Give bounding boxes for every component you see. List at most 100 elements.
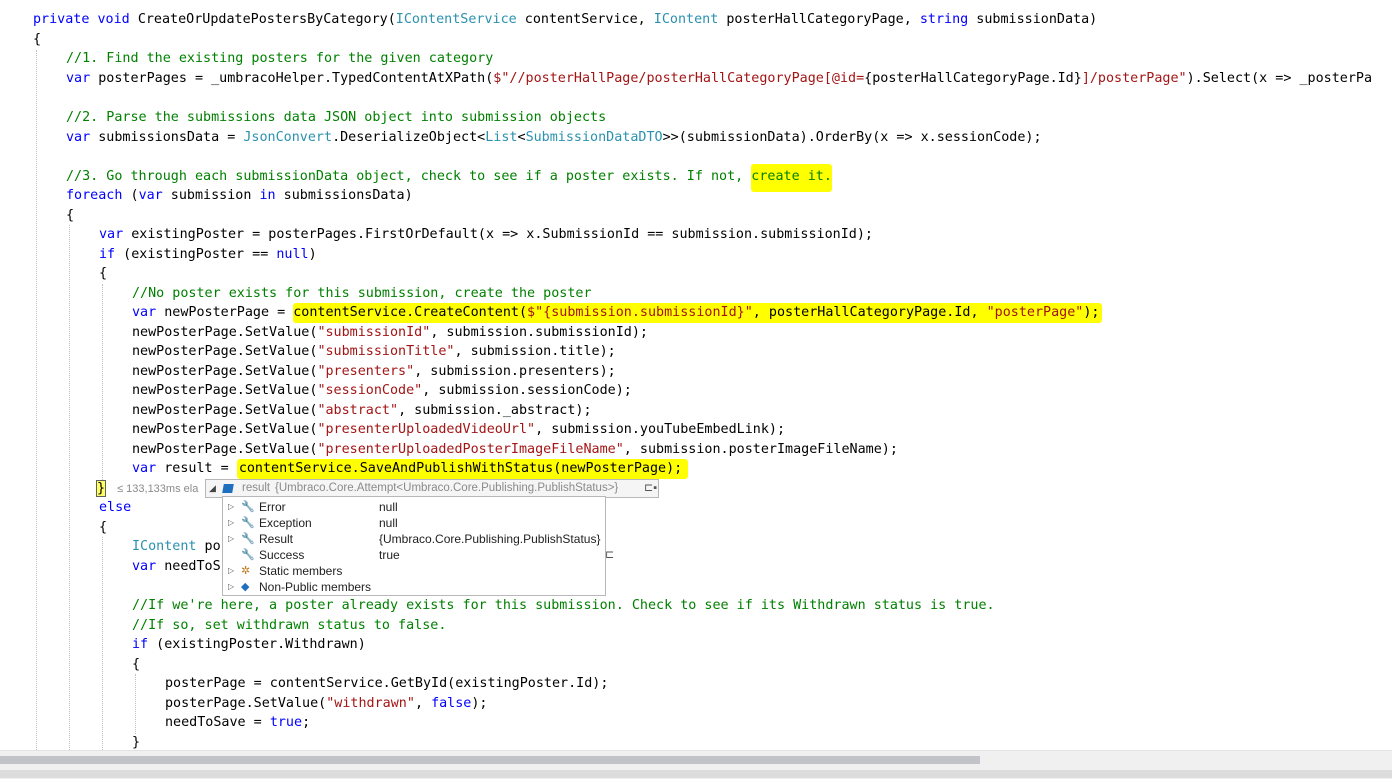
code-line-20[interactable]: newPosterPage.SetValue("sessionCode", su…: [132, 381, 632, 401]
code-line-13[interactable]: if (existingPoster == null): [99, 245, 317, 265]
code-text: , submission.youTubeEmbedLink);: [535, 422, 786, 437]
keyword: var: [132, 305, 157, 320]
datatip-value[interactable]: {Umbraco.Core.Attempt<Umbraco.Core.Publi…: [275, 482, 618, 494]
code-line-14[interactable]: {: [99, 264, 107, 284]
code-line-34[interactable]: {: [132, 655, 140, 675]
code-line-16[interactable]: var newPosterPage = contentService.Creat…: [132, 303, 1103, 323]
code-line-18[interactable]: newPosterPage.SetValue("submissionTitle"…: [132, 342, 616, 362]
member-row-error[interactable]: ▷ 🔧 Error null: [223, 499, 605, 515]
code-line-1[interactable]: private void CreateOrUpdatePostersByCate…: [33, 10, 1097, 30]
code-line-2[interactable]: {: [33, 30, 41, 50]
code-line-23[interactable]: newPosterPage.SetValue("presenterUploade…: [132, 440, 898, 460]
keyword: var: [66, 130, 91, 145]
code-text: newPosterPage.SetValue(: [132, 403, 318, 418]
code-line-28[interactable]: IContent po: [132, 537, 221, 557]
keyword: var: [132, 461, 157, 476]
type-name: SubmissionDataDTO: [525, 130, 663, 145]
code-text: , submission.posterImageFileName);: [623, 442, 898, 457]
code-line-12[interactable]: var existingPoster = posterPages.FirstOr…: [99, 225, 873, 245]
indent-guide: [135, 674, 136, 734]
code-line-27[interactable]: {: [99, 518, 107, 538]
code-text: posterPage.SetValue(: [165, 696, 327, 711]
code-line-36[interactable]: posterPage.SetValue("withdrawn", false);: [165, 694, 488, 714]
keyword: if: [99, 247, 116, 262]
keyword: null: [276, 247, 309, 262]
code-line-29[interactable]: var needToS: [132, 557, 221, 577]
code-line-15[interactable]: //No poster exists for this submission, …: [132, 284, 592, 304]
member-name: Static members: [259, 564, 343, 578]
code-line-6[interactable]: //2. Parse the submissions data JSON obj…: [66, 108, 606, 128]
code-line-24[interactable]: var result = contentService.SaveAndPubli…: [132, 459, 689, 479]
pin-icon[interactable]: ⊏▪: [644, 481, 657, 494]
object-icon: ◆: [241, 581, 250, 593]
code-text: needToS: [156, 559, 221, 574]
brace: {: [99, 520, 108, 535]
code-line-3[interactable]: //1. Find the existing posters for the g…: [66, 49, 493, 69]
code-text: ): [308, 247, 317, 262]
code-text: posterPages = _umbracoHelper.TypedConten…: [90, 71, 494, 86]
member-value[interactable]: true: [379, 547, 400, 563]
member-row-exception[interactable]: ▷ 🔧 Exception null: [223, 515, 605, 531]
string: ]/posterPage": [1081, 71, 1187, 86]
code-text: , submission._abstract);: [398, 403, 592, 418]
member-name: Error: [259, 500, 286, 514]
indent-guide: [69, 225, 70, 750]
wrench-icon: 🔧: [241, 549, 255, 561]
type-name: List: [485, 130, 518, 145]
code-text: result =: [156, 461, 237, 476]
expand-triangle-icon[interactable]: ▷: [228, 515, 234, 531]
member-row-nonpublic[interactable]: ▷ ◆ Non-Public members: [223, 579, 605, 595]
code-text: submission: [162, 188, 260, 203]
member-row-result[interactable]: ▷ 🔧 Result {Umbraco.Core.Publishing.Publ…: [223, 531, 605, 547]
code-line-21[interactable]: newPosterPage.SetValue("abstract", submi…: [132, 401, 592, 421]
member-row-static[interactable]: ▷ ✲ Static members: [223, 563, 605, 579]
expand-triangle-icon[interactable]: ▷: [228, 499, 234, 515]
expand-triangle-icon[interactable]: ▷: [228, 563, 234, 579]
member-name: Success: [259, 548, 305, 562]
code-editor[interactable]: private void CreateOrUpdatePostersByCate…: [0, 0, 1392, 750]
string: $"//posterHallPage/posterHallCategoryPag…: [493, 71, 865, 86]
code-line-26[interactable]: else: [99, 498, 131, 518]
code-line-33[interactable]: if (existingPoster.Withdrawn): [132, 635, 366, 655]
code-line-31[interactable]: //If we're here, a poster already exists…: [132, 596, 995, 616]
code-line-37[interactable]: needToSave = true;: [165, 713, 310, 733]
code-line-22[interactable]: newPosterPage.SetValue("presenterUploade…: [132, 420, 785, 440]
indent-guide: [102, 284, 103, 480]
code-line-38[interactable]: }: [132, 733, 140, 750]
scrollbar-thumb[interactable]: [0, 756, 980, 764]
member-value[interactable]: null: [379, 515, 398, 531]
code-text: (existingPoster ==: [115, 247, 277, 262]
code-text: newPosterPage.SetValue(: [132, 325, 318, 340]
code-text: posterPage = contentService.GetById(exis…: [165, 676, 609, 691]
code-text: newPosterPage.SetValue(: [132, 442, 318, 457]
expand-triangle-icon[interactable]: ▷: [228, 531, 234, 547]
code-line-11[interactable]: {: [66, 206, 74, 226]
string: $"{submission.submissionId}": [527, 305, 753, 320]
code-text: , posterHallCategoryPage.Id,: [752, 305, 987, 320]
member-value[interactable]: null: [379, 499, 398, 515]
comment: //If we're here, a poster already exists…: [132, 598, 995, 613]
code-line-32[interactable]: //If so, set withdrawn status to false.: [132, 616, 446, 636]
code-line-10[interactable]: foreach (var submission in submissionsDa…: [66, 186, 413, 206]
code-line-7[interactable]: var submissionsData = JsonConvert.Deseri…: [66, 128, 1042, 148]
code-line-25[interactable]: } ≤ 133,133ms ela: [95, 479, 198, 499]
member-value[interactable]: {Umbraco.Core.Publishing.PublishStatus}: [379, 531, 600, 547]
string: "presenters": [317, 364, 415, 379]
code-line-17[interactable]: newPosterPage.SetValue("submissionId", s…: [132, 323, 648, 343]
perf-tip[interactable]: ≤ 133,133ms ela: [117, 483, 198, 495]
pin-icon[interactable]: ⊏: [605, 547, 614, 563]
code-line-9[interactable]: //3. Go through each submissionData obje…: [66, 164, 832, 192]
code-text: newPosterPage.SetValue(: [132, 383, 318, 398]
datatip-members[interactable]: ▷ 🔧 Error null ▷ 🔧 Exception null ▷ 🔧 Re…: [222, 496, 614, 596]
code-line-19[interactable]: newPosterPage.SetValue("presenters", sub…: [132, 362, 616, 382]
type-name: IContentService: [395, 12, 517, 27]
comment: //3. Go through each submissionData obje…: [66, 169, 752, 184]
code-line-35[interactable]: posterPage = contentService.GetById(exis…: [165, 674, 608, 694]
expand-triangle-icon[interactable]: ▷: [228, 579, 234, 595]
member-row-success[interactable]: 🔧 Success true ⊏: [223, 547, 614, 563]
datatip-variable-name: result: [242, 482, 271, 494]
comment: //2. Parse the submissions data JSON obj…: [66, 110, 607, 125]
collapse-triangle-icon[interactable]: ◢: [209, 483, 216, 494]
code-line-4[interactable]: var posterPages = _umbracoHelper.TypedCo…: [66, 69, 1372, 89]
keyword: var: [138, 188, 163, 203]
